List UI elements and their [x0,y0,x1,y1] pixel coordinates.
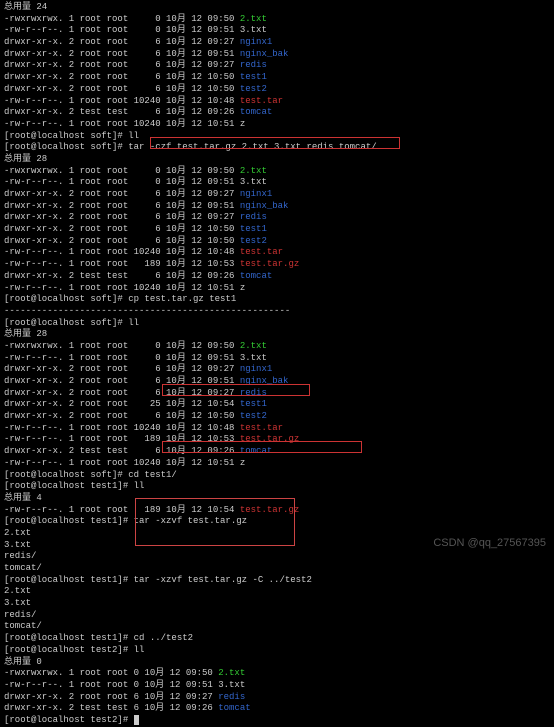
terminal-line: -rw-r--r--. 1 root root 10240 10月 12 10:… [4,96,550,108]
terminal-line: tomcat/ [4,621,550,633]
terminal-line: -rw-r--r--. 1 root root 10240 10月 12 10:… [4,423,550,435]
terminal-line: drwxr-xr-x. 2 root root 6 10月 12 10:50 t… [4,84,550,96]
terminal-line: -rw-r--r--. 1 root root 0 10月 12 09:51 3… [4,25,550,37]
terminal-line: drwxr-xr-x. 2 root root 6 10月 12 09:27 n… [4,364,550,376]
terminal-line: drwxr-xr-x. 2 root root 6 10月 12 09:27 r… [4,60,550,72]
terminal-line: 总用量 28 [4,154,550,166]
terminal-line: -rwxrwxrwx. 1 root root 0 10月 12 09:50 2… [4,14,550,26]
terminal-line: redis/ [4,610,550,622]
terminal-line: 总用量 0 [4,657,550,669]
terminal-line: -rw-r--r--. 1 root root 0 10月 12 09:51 3… [4,177,550,189]
terminal-line: drwxr-xr-x. 2 root root 6 10月 12 09:27 r… [4,388,550,400]
terminal-line: drwxr-xr-x. 2 test test 6 10月 12 09:26 t… [4,107,550,119]
terminal-line: drwxr-xr-x. 2 root root 6 10月 12 09:27 n… [4,37,550,49]
terminal-line: drwxr-xr-x. 2 root root 6 10月 12 10:50 t… [4,224,550,236]
terminal-line: drwxr-xr-x. 2 test test 6 10月 12 09:26 t… [4,271,550,283]
terminal-line: [root@localhost test1]# tar -xzvf test.t… [4,516,550,528]
terminal-line: drwxr-xr-x. 2 root root 25 10月 12 10:54 … [4,399,550,411]
terminal-line: -rw-r--r--. 1 root root 10240 10月 12 10:… [4,247,550,259]
terminal-line: -rwxrwxrwx. 1 root root 0 10月 12 09:50 2… [4,668,550,680]
terminal-line: drwxr-xr-x. 2 test test 6 10月 12 09:26 t… [4,703,550,715]
terminal-line: [root@localhost test2]# [4,715,550,727]
terminal-line: 总用量 4 [4,493,550,505]
terminal-line: drwxr-xr-x. 2 root root 6 10月 12 09:51 n… [4,201,550,213]
terminal-line: [root@localhost test1]# cd ../test2 [4,633,550,645]
terminal-line: 2.txt [4,586,550,598]
terminal-line: -rwxrwxrwx. 1 root root 0 10月 12 09:50 2… [4,341,550,353]
terminal-line: [root@localhost soft]# ll [4,131,550,143]
terminal-line: drwxr-xr-x. 2 test test 6 10月 12 09:26 t… [4,446,550,458]
terminal-line: [root@localhost soft]# ll [4,318,550,330]
terminal-output: 总用量 24-rwxrwxrwx. 1 root root 0 10月 12 0… [4,2,550,727]
terminal-line: -rw-r--r--. 1 root root 10240 10月 12 10:… [4,283,550,295]
terminal-line: -rw-r--r--. 1 root root 189 10月 12 10:53… [4,434,550,446]
terminal-line: drwxr-xr-x. 2 root root 6 10月 12 09:27 r… [4,212,550,224]
terminal-line: -rw-r--r--. 1 root root 189 10月 12 10:53… [4,259,550,271]
terminal-line: -rwxrwxrwx. 1 root root 0 10月 12 09:50 2… [4,166,550,178]
terminal-line: -rw-r--r--. 1 root root 0 10月 12 09:51 3… [4,680,550,692]
terminal-line: drwxr-xr-x. 2 root root 6 10月 12 10:50 t… [4,411,550,423]
terminal-line: redis/ [4,551,550,563]
terminal-line: drwxr-xr-x. 2 root root 6 10月 12 09:27 n… [4,189,550,201]
terminal-line: [root@localhost test1]# tar -xzvf test.t… [4,575,550,587]
terminal-line: ----------------------------------------… [4,306,550,318]
terminal-line: drwxr-xr-x. 2 root root 6 10月 12 09:51 n… [4,376,550,388]
terminal-line: drwxr-xr-x. 2 root root 6 10月 12 10:50 t… [4,236,550,248]
terminal-line: drwxr-xr-x. 2 root root 6 10月 12 09:51 n… [4,49,550,61]
terminal-line: -rw-r--r--. 1 root root 10240 10月 12 10:… [4,119,550,131]
terminal-line: 总用量 28 [4,329,550,341]
terminal-line: [root@localhost test2]# ll [4,645,550,657]
watermark: CSDN @qq_27567395 [433,536,546,550]
terminal-line: drwxr-xr-x. 2 root root 6 10月 12 10:50 t… [4,72,550,84]
terminal-line: drwxr-xr-x. 2 root root 6 10月 12 09:27 r… [4,692,550,704]
terminal-line: [root@localhost soft]# tar -czf test.tar… [4,142,550,154]
terminal-line: 总用量 24 [4,2,550,14]
terminal-line: 3.txt [4,598,550,610]
terminal-line: -rw-r--r--. 1 root root 10240 10月 12 10:… [4,458,550,470]
terminal-line: tomcat/ [4,563,550,575]
terminal-line: [root@localhost soft]# cp test.tar.gz te… [4,294,550,306]
terminal-line: [root@localhost test1]# ll [4,481,550,493]
terminal-line: -rw-r--r--. 1 root root 189 10月 12 10:54… [4,505,550,517]
terminal-line: -rw-r--r--. 1 root root 0 10月 12 09:51 3… [4,353,550,365]
terminal-line: [root@localhost soft]# cd test1/ [4,470,550,482]
